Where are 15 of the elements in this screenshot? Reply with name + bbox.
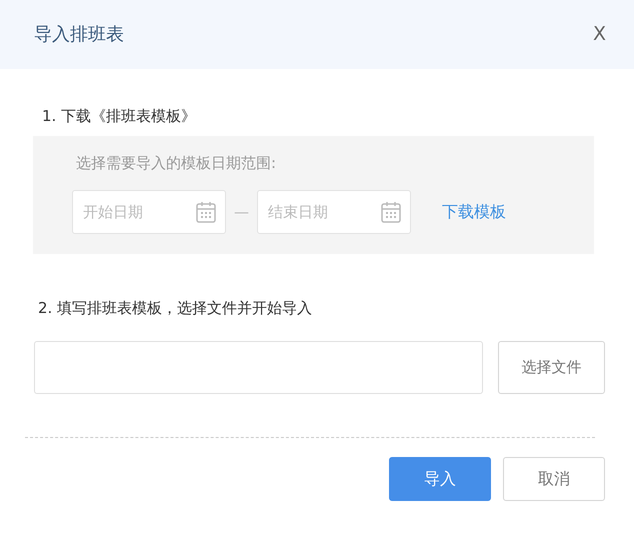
calendar-icon — [381, 201, 401, 223]
hint-text: 选择需要导入的模板日期范围: — [76, 154, 276, 172]
close-button[interactable]: X — [592, 20, 606, 49]
cancel-button[interactable]: 取消 — [503, 457, 605, 501]
step-label: 2. 填写排班表模板，选择文件并开始导入 — [38, 298, 312, 316]
step-label: 1. 下载《排班表模板》 — [42, 107, 196, 125]
file-path-field[interactable] — [34, 341, 483, 394]
dialog-title: 导入排班表 — [34, 23, 124, 47]
choose-file-button[interactable]: 选择文件 — [498, 341, 605, 394]
calendar-icon — [196, 201, 216, 223]
start-date-field[interactable]: 开始日期 — [72, 190, 226, 234]
import-button[interactable]: 导入 — [389, 457, 491, 501]
range-separator: — — [234, 202, 249, 223]
download-template-link[interactable]: 下载模板 — [442, 200, 506, 224]
end-date-field[interactable]: 结束日期 — [257, 190, 411, 234]
